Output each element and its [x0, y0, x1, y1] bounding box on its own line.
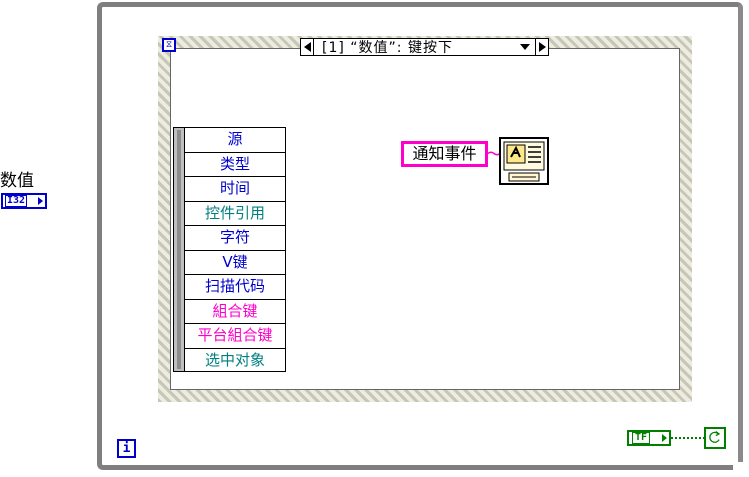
event-data-item[interactable]: 选中对象	[185, 349, 285, 374]
event-case-selector[interactable]: [1] “数值”: 键按下	[300, 38, 549, 56]
stop-condition-icon[interactable]	[704, 427, 726, 449]
next-case-button[interactable]	[535, 39, 548, 55]
notify-event-constant[interactable]: 通知事件	[401, 141, 488, 167]
event-data-item[interactable]: 字符	[185, 226, 285, 251]
boolean-wire	[671, 437, 704, 439]
numeric-control-terminal[interactable]: I32	[1, 193, 47, 209]
right-arrow-icon	[538, 42, 546, 52]
event-data-item[interactable]: 时间	[185, 177, 285, 202]
output-arrow-icon	[38, 197, 43, 205]
output-arrow-icon	[662, 434, 667, 442]
event-data-item[interactable]: 控件引用	[185, 202, 285, 226]
previous-case-button[interactable]	[301, 39, 314, 55]
event-data-item[interactable]: 組合键	[185, 300, 285, 324]
event-data-item[interactable]: V键	[185, 251, 285, 275]
event-data-item[interactable]: 源	[185, 128, 285, 153]
event-data-item[interactable]: 类型	[185, 153, 285, 177]
boolean-type-label: TF	[632, 432, 651, 444]
numeric-type-label: I32	[5, 195, 28, 207]
event-data-item[interactable]: 平台組合键	[185, 324, 285, 349]
while-loop-gap	[733, 462, 749, 470]
generate-user-event-icon[interactable]	[499, 137, 549, 185]
hourglass-icon[interactable]: ⧖	[162, 38, 176, 52]
iteration-terminal[interactable]: i	[117, 439, 136, 458]
event-data-item[interactable]: 扫描代码	[185, 275, 285, 300]
event-data-node-resize-bar[interactable]	[174, 128, 185, 371]
event-data-node[interactable]: 源类型 时间 控件引用 字符 V键 扫描代码 組合键 平台組合键 选中对象	[173, 127, 286, 372]
boolean-constant[interactable]: TF	[627, 430, 671, 446]
event-data-items: 源类型 时间 控件引用 字符 V键 扫描代码 組合键 平台組合键 选中对象	[185, 128, 285, 371]
left-arrow-icon	[303, 42, 311, 52]
dropdown-arrow-icon[interactable]	[520, 44, 530, 50]
event-case-label: [1] “数值”: 键按下	[322, 40, 453, 56]
numeric-control-label: 数值	[0, 171, 34, 191]
